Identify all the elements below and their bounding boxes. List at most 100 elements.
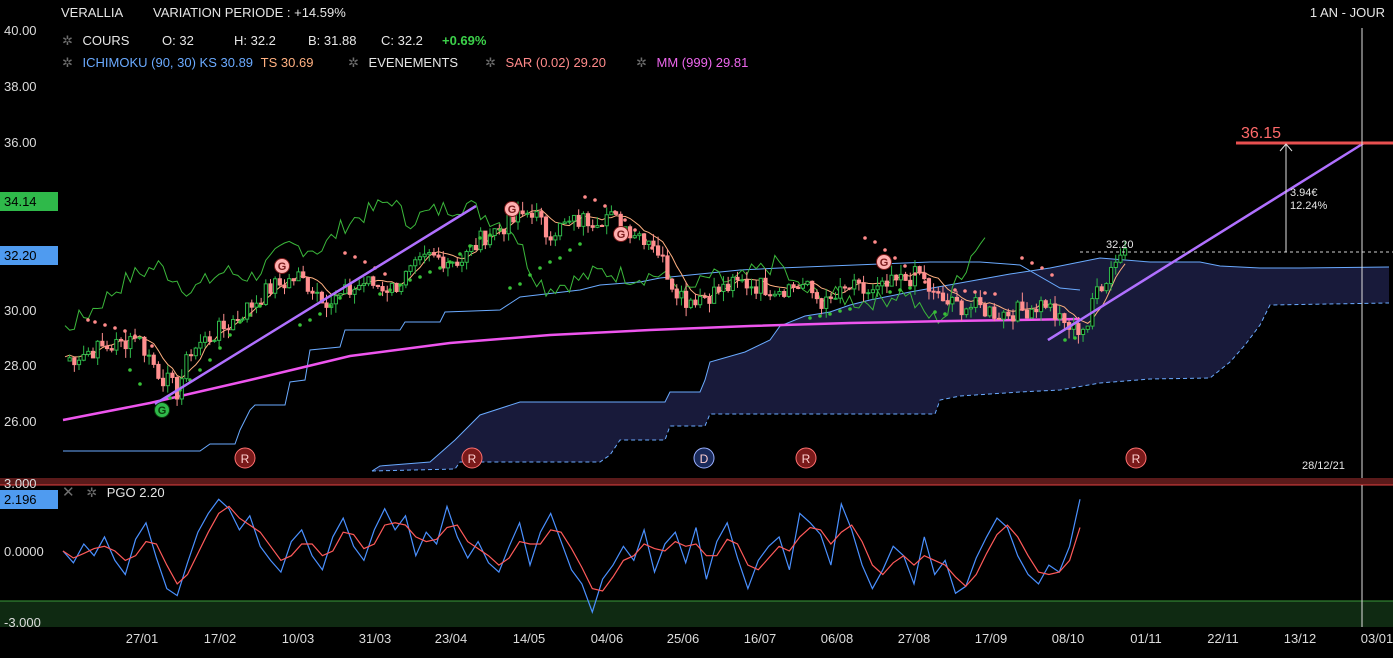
gear-icon[interactable]: ✲ [636,55,647,70]
candle [277,278,282,286]
candle [245,302,250,320]
legend-events[interactable]: ✲ EVENEMENTS [348,55,458,71]
candle [870,289,876,294]
sar-dot [143,338,147,342]
candle [1057,313,1062,320]
candle [922,272,927,280]
candle [1113,261,1118,268]
x-tick-label: 31/03 [358,631,392,646]
event-marker-label: D [700,452,709,466]
sar-dot-below [378,292,382,296]
event-marker-label: R [241,452,250,466]
sar-dot-below [1073,336,1077,340]
gear-icon[interactable]: ✲ [485,55,496,70]
x-tick-label: 25/06 [666,631,700,646]
sar-dot [86,318,90,322]
candle [721,283,726,292]
candle [1001,311,1006,320]
gear-icon[interactable]: ✲ [62,33,73,48]
legend-cours[interactable]: ✲ COURS [62,33,129,49]
candle [217,320,222,341]
candle [347,284,352,295]
candle [338,293,343,297]
gap-marker-label: G [158,405,167,417]
x-tick-label: 14/05 [512,631,546,646]
gap-marker-label: G [508,204,517,216]
candle [889,274,894,287]
pgo-tick-label: 0.0000 [4,544,44,559]
candle [698,295,703,306]
candle [936,291,941,294]
legend-sar[interactable]: ✲ SAR (0.02) 29.20 [485,55,606,71]
candle [1038,300,1044,313]
event-marker-label: R [468,452,477,466]
gear-icon[interactable]: ✲ [86,485,97,500]
sar-dot [93,320,97,324]
candle [301,271,306,279]
x-tick-label: 04/06 [590,631,624,646]
candle [637,233,642,237]
candle [744,279,749,289]
candle [959,300,964,316]
candle [76,359,82,366]
candle [137,336,142,339]
close-icon[interactable]: ✕ [62,484,75,501]
candle [693,299,698,306]
candle [651,240,656,247]
candle [912,266,918,287]
candle [95,340,100,359]
candle [665,255,670,280]
candle [917,266,922,274]
sar-dot-below [808,316,812,320]
sar-dot-below [528,273,532,277]
sar-dot [650,246,654,250]
candle [408,265,413,272]
chart-canvas[interactable]: R R D R R G G G G G [0,0,1393,658]
gear-icon[interactable]: ✲ [348,55,359,70]
candle [945,300,950,305]
candle [763,277,768,296]
sar-dot-below [318,312,322,316]
sar-dot [113,326,117,330]
candle [894,274,899,281]
sar-dot-below [388,288,392,292]
sar-dot [643,238,647,242]
sar-dot [133,334,137,338]
period-selector[interactable]: 1 AN - JOUR [1310,5,1385,20]
candle [590,225,595,228]
sar-dot-below [578,242,582,246]
sar-dot [1050,273,1054,277]
mm-label: MM (999) 29.81 [656,55,749,70]
candle [1010,315,1016,322]
candle [81,353,86,361]
gear-icon[interactable]: ✲ [62,55,73,70]
ts-label: TS 30.69 [260,55,314,70]
candle [333,295,338,305]
legend-mm[interactable]: ✲ MM (999) 29.81 [636,55,748,71]
y-tick-label: 28.00 [4,358,37,373]
candle [170,372,175,378]
candle [86,350,91,355]
candle [539,211,544,218]
candle [226,328,231,331]
candle [146,354,152,357]
x-tick-label: 22/11 [1207,631,1239,646]
candle [67,357,72,362]
candle [996,317,1002,320]
legend-ichimoku[interactable]: ✲ ICHIMOKU (90, 30) KS 30.89 TS 30.69 [62,55,313,71]
candle [805,280,810,286]
sar-dot-below [508,286,512,290]
candle [926,278,932,292]
pgo-legend[interactable]: ✕ ✲ PGO 2.20 [62,483,165,501]
sar-label: SAR (0.02) 29.20 [505,55,606,70]
candle [842,286,847,289]
sar-dot-below [328,304,332,308]
candle [487,234,493,246]
sar-dot-below [498,228,502,232]
gap-marker-label: G [880,257,889,269]
candle [1043,300,1048,308]
candle [838,286,843,299]
candle [394,282,399,293]
candle [1034,308,1039,313]
sar-dot-below [248,313,252,317]
